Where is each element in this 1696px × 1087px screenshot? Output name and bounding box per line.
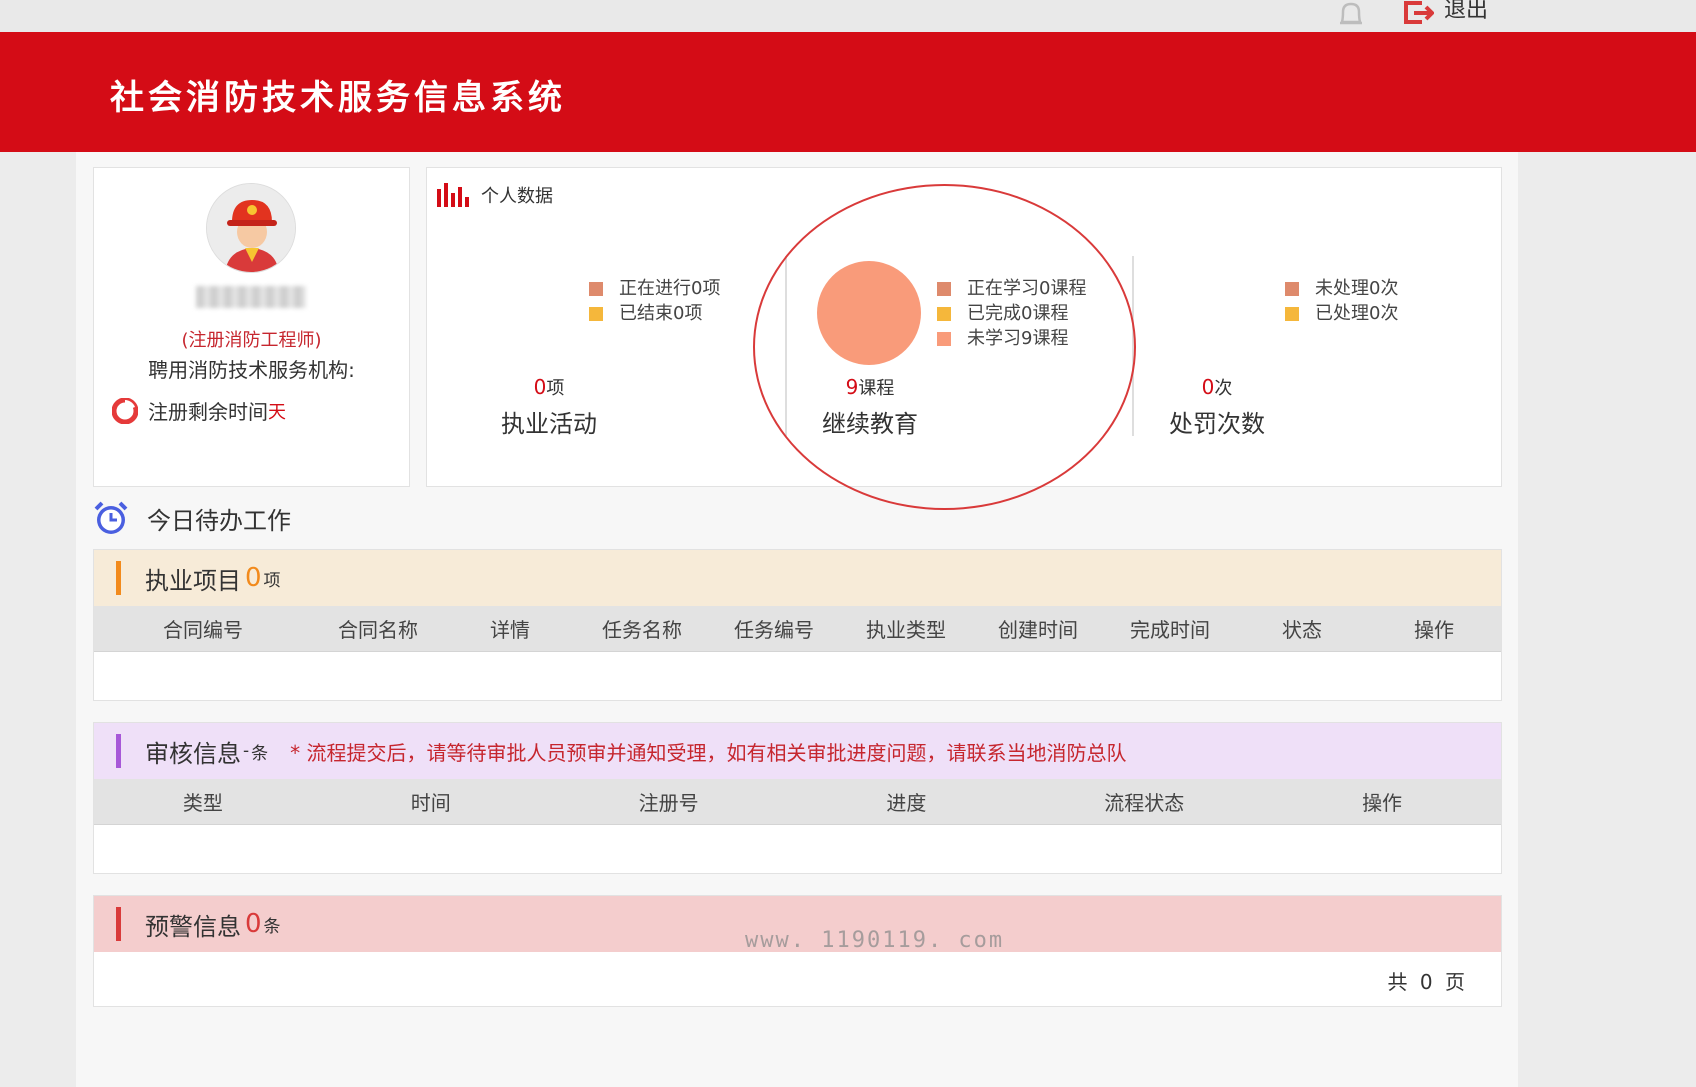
penalty-count: 0次 <box>1201 375 1233 399</box>
alarm-clock-icon <box>94 501 128 534</box>
section-title: 审核信息 <box>145 739 241 768</box>
review-info-section: 审核信息 - 条 * 流程提交后，请等待审批人员预审并通知受理，如有相关审批进度… <box>93 722 1502 874</box>
column-header[interactable]: 完成时间 <box>1104 614 1236 643</box>
today-tasks-title: 今日待办工作 <box>147 506 291 535</box>
column-header[interactable]: 注册号 <box>550 787 788 816</box>
column-header[interactable]: 操作 <box>1368 614 1500 643</box>
section-unit: 项 <box>263 570 281 591</box>
logout-button[interactable]: 退出 <box>1400 0 1488 28</box>
legend-swatch <box>589 281 603 296</box>
system-title: 社会消防技术服务信息系统 <box>110 78 566 118</box>
top-utility-bar: 退出 <box>0 0 1696 32</box>
user-role: (注册消防工程师) <box>181 330 322 351</box>
legend-item: 正在进行0项 <box>589 276 720 301</box>
column-header[interactable]: 状态 <box>1236 614 1368 643</box>
registration-remaining: 注册剩余时间 天 <box>112 396 286 425</box>
remain-unit: 天 <box>268 401 286 423</box>
pagination-text: 共 0 页 <box>1387 970 1465 994</box>
practice-count: 0项 <box>533 375 565 399</box>
column-header[interactable]: 创建时间 <box>972 614 1104 643</box>
section-unit: 条 <box>263 916 281 937</box>
column-header[interactable]: 类型 <box>94 787 312 816</box>
section-count: - <box>243 741 250 761</box>
practice-label[interactable]: 执业活动 <box>469 404 629 439</box>
section-accent-bar <box>116 907 121 941</box>
avatar[interactable] <box>206 183 296 273</box>
penalty-legend: 未处理0次 已处理0次 <box>1285 276 1398 326</box>
legend-swatch <box>589 306 603 321</box>
section-title: 执业项目 <box>145 566 241 595</box>
watermark: www. 1190119. com <box>745 928 1005 953</box>
logout-icon <box>1404 1 1434 24</box>
table-header: 类型 时间 注册号 进度 流程状态 操作 <box>94 779 1501 825</box>
section-header: 执业项目 0 项 <box>94 550 1501 606</box>
column-header[interactable]: 任务名称 <box>576 614 708 643</box>
profile-card: (注册消防工程师) 聘用消防技术服务机构: 注册剩余时间 天 <box>93 167 410 487</box>
practice-projects-section: 执业项目 0 项 合同编号 合同名称 详情 任务名称 任务编号 执业类型 创建时… <box>93 549 1502 701</box>
section-header: 审核信息 - 条 * 流程提交后，请等待审批人员预审并通知受理，如有相关审批进度… <box>94 723 1501 779</box>
legend-item: 已处理0次 <box>1285 301 1398 326</box>
app-header: 社会消防技术服务信息系统 <box>0 32 1696 152</box>
legend-swatch <box>1285 281 1299 296</box>
employer-org-label: 聘用消防技术服务机构: <box>148 358 355 382</box>
practice-legend: 正在进行0项 已结束0项 <box>589 276 720 326</box>
table-header: 合同编号 合同名称 详情 任务名称 任务编号 执业类型 创建时间 完成时间 状态… <box>94 606 1501 652</box>
table-body <box>94 825 1501 873</box>
column-header[interactable]: 进度 <box>788 787 1026 816</box>
user-name-blurred <box>196 286 306 308</box>
remain-label: 注册剩余时间 <box>148 400 268 424</box>
personal-data-title: 个人数据 <box>437 182 553 208</box>
today-tasks-heading: 今日待办工作 <box>93 500 291 536</box>
section-accent-bar <box>116 561 121 595</box>
firefighter-avatar-icon <box>207 184 295 272</box>
section-accent-bar <box>116 734 121 768</box>
legend-item: 已结束0项 <box>589 301 720 326</box>
column-header[interactable]: 详情 <box>444 614 576 643</box>
annotation-circle <box>753 184 1136 510</box>
column-header[interactable]: 合同编号 <box>94 614 312 643</box>
column-header[interactable]: 任务编号 <box>708 614 840 643</box>
personal-data-title-text: 个人数据 <box>481 186 553 207</box>
legend-swatch <box>1285 306 1299 321</box>
bell-icon[interactable] <box>1336 0 1366 28</box>
table-body <box>94 652 1501 700</box>
pie-clock-icon <box>112 397 138 424</box>
column-header[interactable]: 执业类型 <box>840 614 972 643</box>
column-header[interactable]: 合同名称 <box>312 614 444 643</box>
bar-chart-icon <box>437 183 469 207</box>
column-header[interactable]: 流程状态 <box>1025 787 1263 816</box>
section-count: 0 <box>245 909 262 939</box>
column-header[interactable]: 操作 <box>1263 787 1501 816</box>
logout-label: 退出 <box>1444 0 1489 23</box>
section-title: 预警信息 <box>145 912 241 941</box>
section-count: 0 <box>245 563 262 593</box>
column-header[interactable]: 时间 <box>312 787 550 816</box>
review-notice: * 流程提交后，请等待审批人员预审并通知受理，如有相关审批进度问题，请联系当地消… <box>290 740 1127 765</box>
legend-item: 未处理0次 <box>1285 276 1398 301</box>
penalty-label[interactable]: 处罚次数 <box>1137 404 1297 439</box>
section-unit: 条 <box>251 743 269 764</box>
